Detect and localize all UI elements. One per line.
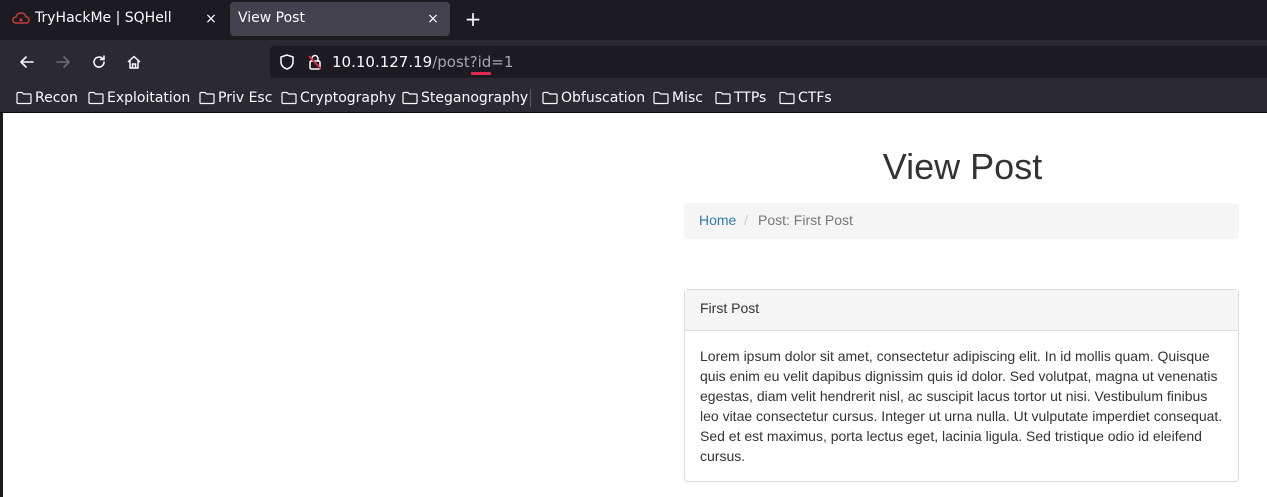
bookmark-folder-ctfs[interactable]: CTFs [779,88,832,108]
bookmarks-separator [530,89,531,107]
url-path: /post?id=1 [432,53,514,71]
bookmark-label: Exploitation [107,90,191,106]
bookmark-folder-priv-esc[interactable]: Priv Esc [199,88,272,108]
bookmark-label: CTFs [798,90,832,106]
home-button[interactable] [122,50,146,74]
spell-highlight-underline [471,72,491,75]
breadcrumb-separator: / [744,212,748,228]
post-body: Lorem ipsum dolor sit amet, consectetur … [700,348,1223,464]
bookmark-label: Obfuscation [561,90,646,106]
post-panel: First Post Lorem ipsum dolor sit amet, c… [684,289,1239,482]
bookmark-folder-cryptography[interactable]: Cryptography [281,88,396,108]
tab-tryhackme[interactable]: TryHackMe | SQHell × [0,2,228,36]
url-text[interactable]: 10.10.127.19/post?id=1 [332,53,513,71]
address-bar[interactable]: 10.10.127.19/post?id=1 [270,46,1267,78]
folder-icon [542,91,558,105]
home-icon [127,55,141,69]
folder-icon [16,91,32,105]
url-host: 10.10.127.19 [332,53,433,71]
breadcrumb-home-link[interactable]: Home [699,212,736,228]
close-tab-icon[interactable]: × [202,10,220,28]
back-button[interactable] [15,50,39,74]
bookmark-label: Misc [672,90,703,106]
folder-icon [281,91,297,105]
insecure-lock-icon[interactable] [306,53,324,75]
tab-title: View Post [238,10,305,26]
page-title: View Post [882,146,1043,187]
tab-strip: TryHackMe | SQHell × View Post × + [0,0,1267,40]
tracking-protection-shield-icon[interactable] [278,53,296,75]
tab-view-post[interactable]: View Post × [230,2,450,36]
new-tab-button[interactable]: + [462,8,484,30]
navigation-toolbar: 10.10.127.19/post?id=1 [0,40,1267,83]
reload-icon [93,55,105,68]
page-content: View Post Home / Post: First Post First … [0,113,1267,497]
back-arrow-icon [20,56,34,68]
bookmark-folder-steganography[interactable]: Steganography [402,88,528,108]
bookmarks-toolbar: Recon Exploitation Priv Esc Cryptography… [0,83,1267,113]
breadcrumb: Home / Post: First Post [684,203,1239,239]
tryhackme-cloud-icon [12,11,30,27]
bookmark-folder-recon[interactable]: Recon [16,88,78,108]
folder-icon [402,91,418,105]
bookmark-label: Steganography [421,90,529,106]
bookmark-label: Priv Esc [218,90,273,106]
folder-icon [715,91,731,105]
folder-icon [779,91,795,105]
bookmark-label: Cryptography [300,90,397,106]
bookmark-folder-exploitation[interactable]: Exploitation [88,88,190,108]
folder-icon [88,91,104,105]
bookmark-folder-obfuscation[interactable]: Obfuscation [542,88,645,108]
post-heading: First Post [685,290,1238,331]
bookmark-folder-misc[interactable]: Misc [653,88,703,108]
folder-icon [653,91,669,105]
folder-icon [199,91,215,105]
bookmark-label: Recon [35,90,78,106]
reload-button[interactable] [87,50,111,74]
close-tab-icon[interactable]: × [424,10,442,28]
forward-arrow-icon [56,56,70,68]
tab-title: TryHackMe | SQHell [35,10,172,26]
bookmark-label: TTPs [734,90,767,106]
forward-button[interactable] [51,50,75,74]
bookmark-folder-ttps[interactable]: TTPs [715,88,766,108]
breadcrumb-current: Post: First Post [758,212,853,228]
